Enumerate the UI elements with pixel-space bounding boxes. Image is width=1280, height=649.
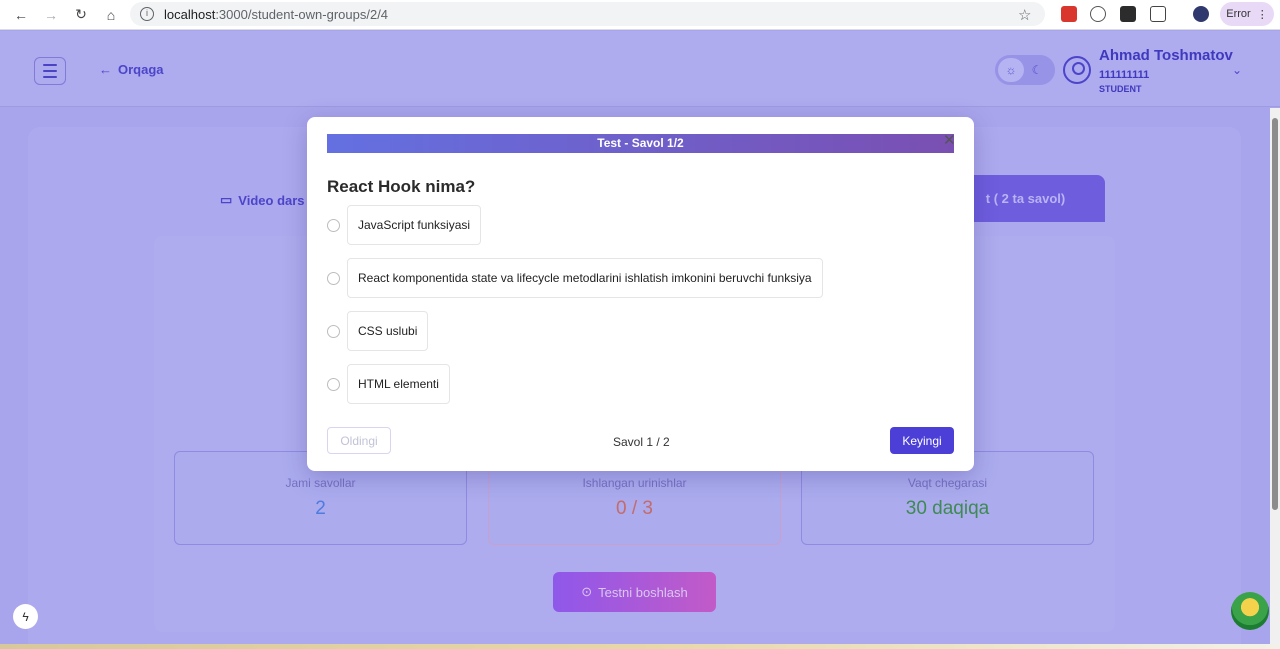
- user-avatar-icon[interactable]: [1063, 56, 1091, 84]
- modal-title: Test - Savol 1/2: [327, 134, 954, 153]
- user-id: 111111111: [1099, 69, 1150, 81]
- radio-button[interactable]: [327, 377, 340, 391]
- extensions-puzzle-icon[interactable]: [1150, 6, 1166, 22]
- tab-video-label: Video dars: [238, 192, 305, 208]
- user-name: Ahmad Toshmatov: [1099, 47, 1233, 64]
- answer-option-label[interactable]: JavaScript funksiyasi: [347, 205, 482, 245]
- hamburger-menu-button[interactable]: [34, 57, 66, 85]
- previous-button[interactable]: Oldingi: [327, 427, 391, 454]
- extension-circle-icon[interactable]: [1090, 6, 1106, 22]
- kebab-menu-icon[interactable]: ⋮: [1257, 8, 1268, 21]
- user-role: STUDENT: [1099, 84, 1142, 94]
- lightning-icon[interactable]: ϟ: [13, 604, 38, 629]
- stat-label: Vaqt chegarasi: [907, 476, 988, 490]
- home-icon[interactable]: ⌂: [102, 6, 120, 24]
- forward-arrow-icon[interactable]: →: [42, 6, 60, 24]
- site-info-icon[interactable]: i: [140, 7, 154, 21]
- test-modal: Test - Savol 1/2 ✕ React Hook nima? Java…: [307, 117, 974, 471]
- start-test-label: Testni boshlash: [598, 584, 688, 600]
- sun-icon[interactable]: ☼: [998, 58, 1024, 82]
- chevron-down-icon[interactable]: ⌄: [1232, 63, 1242, 77]
- answer-option[interactable]: JavaScript funksiyasi: [327, 205, 482, 245]
- profile-error-chip[interactable]: Error ⋮: [1220, 2, 1274, 26]
- menu-line: [43, 64, 57, 66]
- stat-value: 0 / 3: [616, 498, 653, 519]
- assistant-logo-icon[interactable]: [1231, 592, 1269, 630]
- stat-value: 30 daqiqa: [905, 498, 990, 519]
- address-bar[interactable]: i localhost:3000/student-own-groups/2/4: [130, 2, 1045, 26]
- arrow-left-icon: ←: [99, 62, 112, 77]
- answer-option-label[interactable]: React komponentida state va lifecycle me…: [347, 258, 823, 298]
- question-text: React Hook nima?: [327, 177, 476, 196]
- radio-button[interactable]: [327, 271, 340, 285]
- radio-button[interactable]: [327, 218, 340, 232]
- extension-flag-icon[interactable]: [1120, 6, 1136, 22]
- menu-line: [43, 76, 57, 78]
- url-host: localhost: [164, 6, 216, 22]
- moon-icon[interactable]: ☾: [1024, 58, 1050, 82]
- back-link[interactable]: ← Orqaga: [99, 62, 164, 77]
- stat-label: Ishlangan urinishlar: [582, 476, 687, 490]
- answer-option[interactable]: HTML elementi: [327, 364, 450, 404]
- stat-value: 2: [315, 498, 326, 519]
- menu-line: [43, 70, 57, 72]
- question-counter: Savol 1 / 2: [613, 435, 670, 449]
- tab-test-label: t ( 2 ta savol): [985, 191, 1066, 206]
- back-arrow-icon[interactable]: ←: [12, 6, 30, 24]
- answer-option[interactable]: React komponentida state va lifecycle me…: [327, 258, 823, 298]
- answer-option-label[interactable]: HTML elementi: [347, 364, 450, 404]
- stat-label: Jami savollar: [285, 476, 356, 490]
- video-camera-icon: ▭: [220, 192, 233, 207]
- reload-icon[interactable]: ↻: [72, 6, 90, 24]
- url-path: :3000/student-own-groups/2/4: [215, 6, 389, 22]
- profile-avatar-icon[interactable]: [1193, 6, 1209, 22]
- next-button[interactable]: Keyingi: [890, 427, 954, 454]
- theme-toggle[interactable]: ☼ ☾: [995, 55, 1055, 85]
- extension-red-icon[interactable]: [1061, 6, 1077, 22]
- taskbar-strip: [0, 644, 1280, 649]
- start-test-button[interactable]: ⊙ Testni boshlash: [553, 572, 716, 612]
- scrollbar-thumb[interactable]: [1272, 118, 1278, 510]
- play-circle-icon: ⊙: [581, 584, 593, 599]
- radio-button[interactable]: [327, 324, 340, 338]
- app-header: ← Orqaga ☼ ☾ Ahmad Toshmatov 111111111 S…: [0, 31, 1280, 107]
- bookmark-star-icon[interactable]: ☆: [1018, 6, 1031, 24]
- tab-video[interactable]: ▭ Video dars: [220, 192, 305, 208]
- answer-option[interactable]: CSS uslubi: [327, 311, 429, 351]
- close-icon[interactable]: ✕: [943, 131, 956, 149]
- answer-option-label[interactable]: CSS uslubi: [347, 311, 429, 351]
- profile-error-label: Error: [1226, 8, 1251, 20]
- browser-toolbar: ← → ↻ ⌂ i localhost:3000/student-own-gro…: [0, 0, 1280, 30]
- page-scrollbar[interactable]: [1270, 108, 1280, 644]
- back-link-label: Orqaga: [118, 62, 164, 77]
